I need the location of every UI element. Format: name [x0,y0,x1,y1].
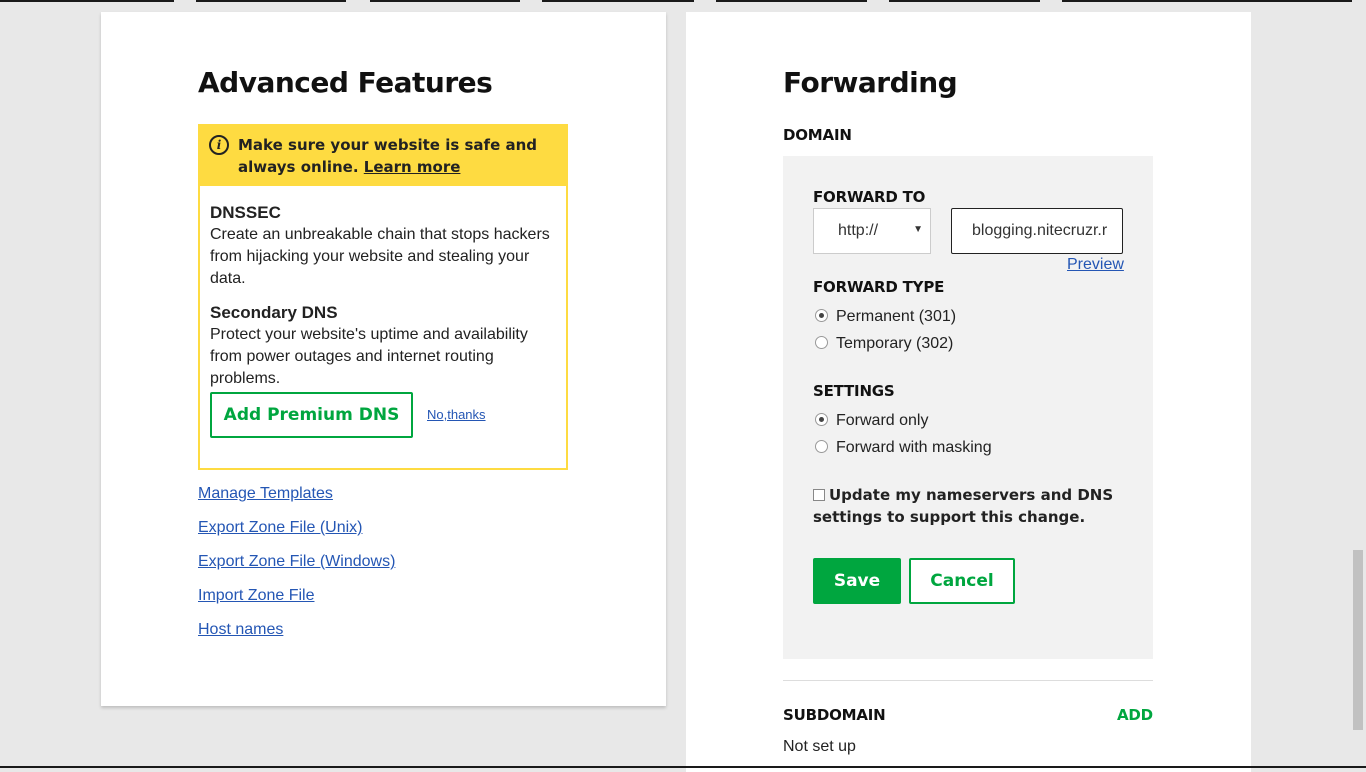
import-zone-file-link[interactable]: Import Zone File [198,586,395,620]
radio-forward-only[interactable]: Forward only [815,410,928,432]
update-nameservers-checkbox[interactable] [813,489,825,501]
radio-permanent-301[interactable]: Permanent (301) [815,306,956,328]
radio-temporary-302[interactable]: Temporary (302) [815,333,953,355]
learn-more-link[interactable]: Learn more [364,158,461,176]
radio-label: Temporary (302) [836,335,954,352]
forward-type-label: FORWARD TYPE [813,278,945,296]
section-divider [783,680,1153,681]
radio-button[interactable] [815,336,828,349]
forward-to-label: FORWARD TO [813,188,926,206]
save-button[interactable]: Save [813,558,901,604]
advanced-features-title: Advanced Features [198,66,493,99]
domain-label: DOMAIN [783,126,852,144]
update-nameservers-option[interactable]: Update my nameservers and DNS settings t… [813,484,1133,528]
checkbox-label: Update my nameservers and DNS settings t… [813,486,1114,526]
feature-secondary-dns: Secondary DNS Protect your website's upt… [210,302,560,390]
domain-forward-form: FORWARD TO http:// ▼ blogging.nitecruzr.… [783,156,1153,659]
radio-forward-with-masking[interactable]: Forward with masking [815,437,992,459]
manage-templates-link[interactable]: Manage Templates [198,484,395,518]
add-premium-dns-button[interactable]: Add Premium DNS [210,392,413,438]
browser-tab-strip [0,0,1366,2]
destination-input[interactable]: blogging.nitecruzr.r [951,208,1123,254]
feature-title: Secondary DNS [210,303,338,322]
feature-dnssec: DNSSEC Create an unbreakable chain that … [210,202,560,290]
export-zone-windows-link[interactable]: Export Zone File (Windows) [198,552,395,586]
settings-label: SETTINGS [813,382,895,400]
host-names-link[interactable]: Host names [198,620,395,654]
premium-dns-alert: i Make sure your website is safe and alw… [198,124,568,470]
caret-down-icon: ▼ [913,224,923,235]
subdomain-label: SUBDOMAIN [783,706,886,724]
feature-title: DNSSEC [210,203,281,222]
alert-header: i Make sure your website is safe and alw… [200,126,566,186]
feature-description: Create an unbreakable chain that stops h… [210,226,550,287]
radio-button[interactable] [815,413,828,426]
radio-button[interactable] [815,440,828,453]
radio-label: Permanent (301) [836,308,957,325]
forwarding-title: Forwarding [783,66,958,99]
info-icon: i [209,135,229,155]
radio-button[interactable] [815,309,828,322]
export-zone-unix-link[interactable]: Export Zone File (Unix) [198,518,395,552]
advanced-features-card: Advanced Features i Make sure your websi… [101,12,666,706]
protocol-select[interactable]: http:// ▼ [813,208,931,254]
subdomain-status: Not set up [783,738,856,755]
add-subdomain-button[interactable]: ADD [1117,706,1153,724]
zone-file-links: Manage Templates Export Zone File (Unix)… [198,484,395,654]
feature-description: Protect your website's uptime and availa… [210,326,528,387]
cancel-button[interactable]: Cancel [909,558,1015,604]
forwarding-card: Forwarding DOMAIN FORWARD TO http:// ▼ b… [686,12,1251,772]
radio-label: Forward with masking [836,439,992,456]
no-thanks-link[interactable]: No,thanks [427,407,486,422]
scrollbar-thumb[interactable] [1353,550,1363,730]
protocol-value: http:// [838,222,879,239]
radio-label: Forward only [836,412,929,429]
preview-link[interactable]: Preview [1067,256,1124,274]
